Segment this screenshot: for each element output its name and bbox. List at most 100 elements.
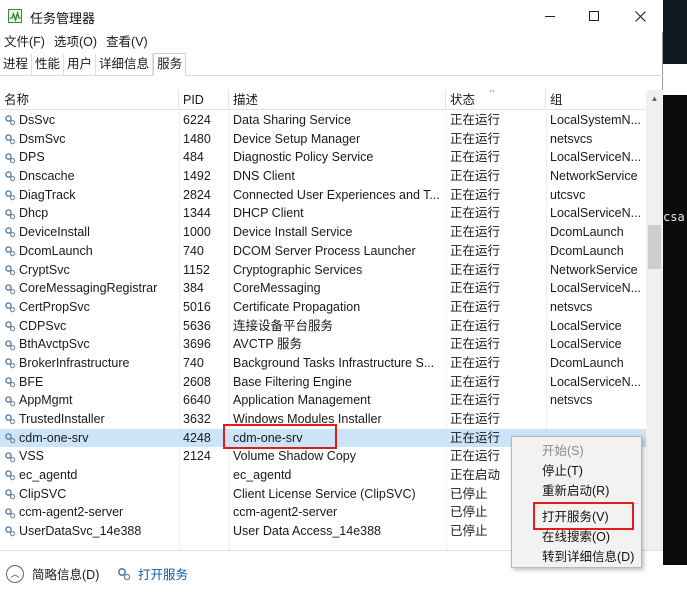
tab-users[interactable]: 用户 bbox=[64, 54, 97, 75]
table-row[interactable]: AppMgmt 6640 Application Management 正在运行 net… bbox=[0, 391, 646, 410]
annotation-highlight-open-services bbox=[533, 502, 634, 530]
menu-view[interactable]: 查看(V) bbox=[102, 33, 153, 53]
task-manager-window: 任务管理器 文件(F) 选项(O) 查看(V) 进程 性能 用户 详细信息 服务… bbox=[0, 0, 663, 595]
service-gear-icon bbox=[5, 377, 16, 388]
table-row[interactable]: CoreMessagingRegistrar 384 CoreMessaging 正在… bbox=[0, 279, 646, 298]
cell-group: NetworkService bbox=[550, 169, 638, 184]
cell-pid: 6640 bbox=[183, 393, 211, 408]
cell-status: 正在运行 bbox=[450, 113, 501, 127]
services-gear-icon bbox=[117, 567, 131, 580]
minimize-icon bbox=[545, 15, 555, 17]
tab-processes[interactable]: 进程 bbox=[0, 54, 33, 75]
cell-pid: 5636 bbox=[183, 318, 211, 333]
column-header-description[interactable]: 描述 bbox=[229, 90, 446, 110]
cell-status: 正在运行 bbox=[450, 225, 501, 240]
cell-description: 连接设备平台服务 bbox=[233, 318, 334, 333]
cell-group: DcomLaunch bbox=[550, 355, 624, 370]
cell-pid: 740 bbox=[183, 243, 204, 258]
table-row[interactable]: DeviceInstall 1000 Device Install Service 正… bbox=[0, 223, 646, 242]
service-gear-icon bbox=[5, 358, 16, 369]
table-row[interactable]: DcomLaunch 740 DCOM Server Process Launche… bbox=[0, 242, 646, 261]
cell-group: DcomLaunch bbox=[550, 243, 624, 258]
cell-name: DcomLaunch bbox=[4, 242, 179, 261]
cell-description: Volume Shadow Copy bbox=[233, 449, 356, 464]
service-name: DsSvc bbox=[19, 113, 56, 127]
tab-performance[interactable]: 性能 bbox=[32, 54, 65, 75]
table-row[interactable]: Dhcp 1344 DHCP Client 正在运行 LocalServiceN... bbox=[0, 204, 646, 223]
service-name: CDPSvc bbox=[19, 318, 67, 333]
table-row[interactable]: DiagTrack 2824 Connected User Experiences … bbox=[0, 186, 646, 205]
menu-options[interactable]: 选项(O) bbox=[50, 33, 102, 53]
cell-name: BthAvctpSvc bbox=[4, 335, 179, 354]
service-gear-icon bbox=[5, 302, 16, 313]
brief-info-toggle[interactable]: ︿ 简略信息(D) bbox=[6, 564, 99, 583]
service-name: CoreMessagingRegistrar bbox=[19, 281, 158, 296]
column-header-pid[interactable]: PID bbox=[179, 90, 229, 110]
ctx-stop[interactable]: 停止(T) bbox=[512, 461, 641, 481]
table-row[interactable]: CDPSvc 5636 连接设备平台服务 正在运行 LocalService bbox=[0, 317, 646, 336]
service-gear-icon bbox=[5, 507, 16, 519]
cell-pid: 484 bbox=[183, 150, 204, 165]
service-name: AppMgmt bbox=[19, 393, 73, 408]
table-row[interactable]: BFE 2608 Base Filtering Engine 正在运行 LocalSer… bbox=[0, 373, 646, 392]
ctx-restart[interactable]: 重新启动(R) bbox=[512, 481, 641, 501]
cell-pid: 1492 bbox=[183, 169, 211, 184]
table-row[interactable]: BthAvctpSvc 3696 AVCTP 服务 正在运行 LocalService bbox=[0, 335, 646, 354]
service-name: Dnscache bbox=[19, 169, 75, 184]
service-name: DiagTrack bbox=[19, 187, 76, 202]
cell-name: ec_agentd bbox=[4, 466, 179, 485]
service-name: DPS bbox=[19, 150, 45, 165]
cell-pid: 4248 bbox=[183, 430, 211, 445]
cell-pid: 3632 bbox=[183, 412, 211, 426]
cell-description: Client License Service (ClipSVC) bbox=[233, 486, 416, 501]
table-row[interactable]: DPS 484 Diagnostic Policy Service 正在运行 Local… bbox=[0, 148, 646, 167]
cell-description: DNS Client bbox=[233, 169, 295, 184]
minimize-button[interactable] bbox=[527, 0, 573, 32]
close-button[interactable] bbox=[617, 0, 663, 32]
scroll-up-arrow-icon[interactable]: ▲ bbox=[646, 90, 663, 107]
cell-status: 正在运行 bbox=[450, 374, 501, 389]
ctx-start[interactable]: 开始(S) bbox=[512, 441, 641, 461]
cell-description: AVCTP 服务 bbox=[233, 337, 302, 352]
service-name: BthAvctpSvc bbox=[19, 337, 90, 352]
service-gear-icon bbox=[5, 227, 16, 238]
cell-pid: 5016 bbox=[183, 299, 211, 314]
table-row[interactable]: DsmSvc 1480 Device Setup Manager 正在运行 netsvc… bbox=[0, 130, 646, 149]
open-services-link[interactable]: 打开服务 bbox=[116, 564, 188, 583]
table-row[interactable]: Dnscache 1492 DNS Client 正在运行 NetworkService bbox=[0, 167, 646, 186]
column-header-name[interactable]: 名称 bbox=[0, 90, 179, 110]
tab-services[interactable]: 服务 bbox=[153, 53, 187, 76]
cell-pid: 1480 bbox=[183, 131, 211, 146]
tab-details[interactable]: 详细信息 bbox=[96, 54, 154, 75]
ctx-search-online[interactable]: 在线搜索(O) bbox=[512, 527, 641, 547]
cell-status: 正在运行 bbox=[450, 206, 501, 221]
table-row[interactable]: CertPropSvc 5016 Certificate Propagation 正在… bbox=[0, 298, 646, 317]
table-row[interactable]: BrokerInfrastructure 740 Background Tasks … bbox=[0, 354, 646, 373]
cell-group: LocalSystemN... bbox=[550, 113, 642, 127]
window-title: 任务管理器 bbox=[30, 11, 96, 26]
table-row[interactable]: CryptSvc 1152 Cryptographic Services 正在运行 Ne… bbox=[0, 261, 646, 280]
menu-file[interactable]: 文件(F) bbox=[0, 33, 50, 53]
column-header-status[interactable]: 状态 bbox=[446, 90, 546, 110]
service-name: BFE bbox=[19, 374, 44, 389]
table-row[interactable]: DsSvc 6224 Data Sharing Service 正在运行 LocalSy… bbox=[0, 111, 646, 130]
scroll-thumb[interactable] bbox=[648, 225, 661, 269]
service-gear-icon bbox=[5, 134, 16, 145]
cell-description: Base Filtering Engine bbox=[233, 374, 352, 389]
maximize-button[interactable] bbox=[571, 0, 617, 32]
cell-name: DPS bbox=[4, 148, 179, 167]
service-gear-icon bbox=[5, 526, 16, 537]
service-gear-icon bbox=[5, 433, 16, 444]
cell-group bbox=[550, 410, 644, 429]
cell-name: CDPSvc bbox=[4, 317, 179, 336]
title-bar[interactable]: 任务管理器 bbox=[0, 0, 663, 32]
cell-description: DCOM Server Process Launcher bbox=[233, 243, 416, 258]
vertical-scrollbar[interactable]: ▲ bbox=[646, 90, 663, 550]
cell-name: TrustedInstaller bbox=[4, 410, 179, 429]
service-name: CryptSvc bbox=[19, 262, 70, 277]
ctx-go-to-details[interactable]: 转到详细信息(D) bbox=[512, 547, 641, 567]
cell-name: ccm-agent2-server bbox=[4, 503, 179, 522]
cell-name: Dnscache bbox=[4, 167, 179, 186]
column-header-group[interactable]: 组 bbox=[546, 90, 646, 110]
console-window-edge bbox=[663, 95, 687, 565]
